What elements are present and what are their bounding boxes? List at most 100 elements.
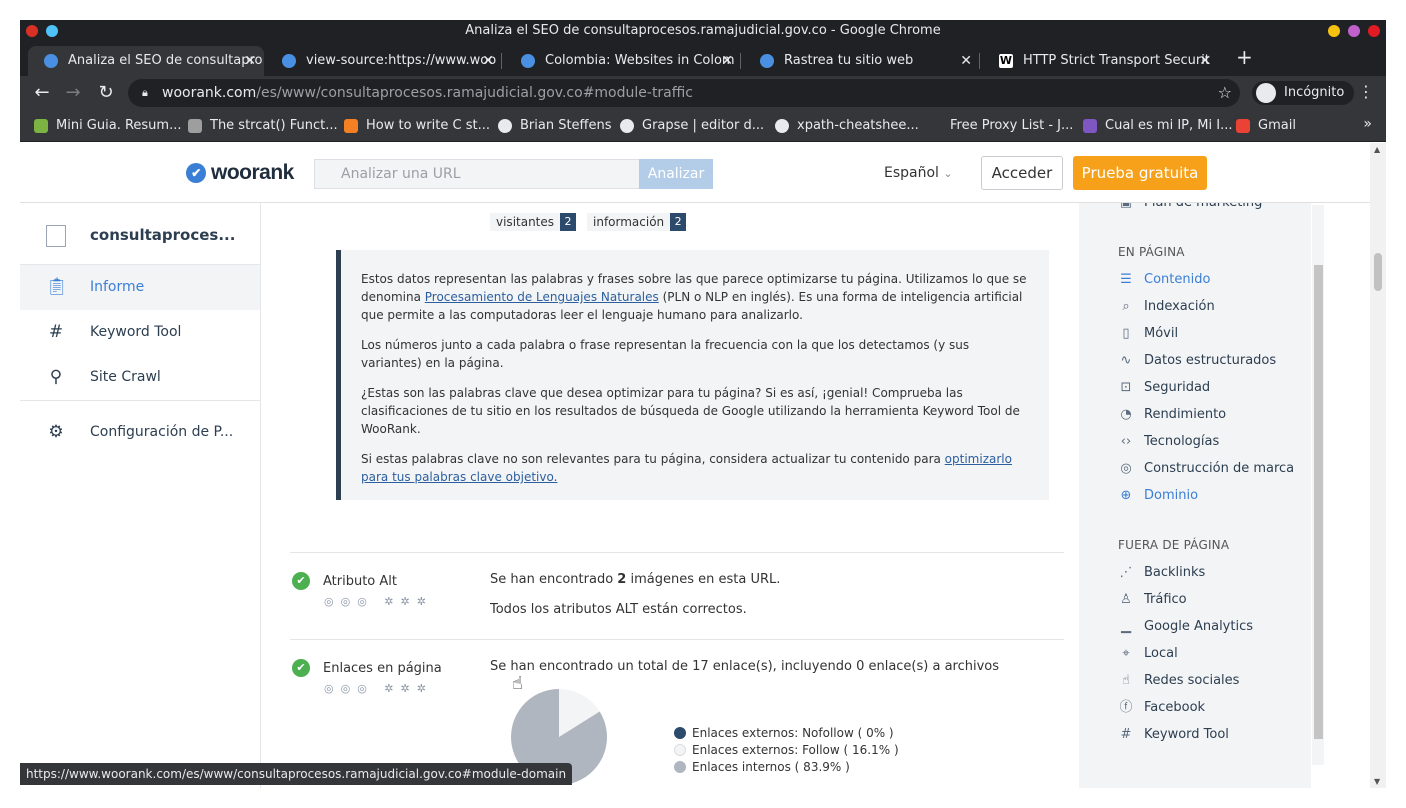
nav-section-icon: ⌖: [1122, 646, 1130, 661]
menu-kebab-icon[interactable]: ⋮: [1358, 82, 1374, 101]
close-tab-icon[interactable]: ✕: [1199, 46, 1211, 76]
rightnav-item[interactable]: ∿ Datos estructurados: [1118, 352, 1277, 370]
rightnav-item[interactable]: ⊕ Dominio: [1118, 487, 1199, 505]
sidebar-scrollbar[interactable]: [1312, 205, 1324, 765]
sidebar-item-label: Configuración de P...: [90, 424, 234, 440]
bookmark-favicon-icon: [34, 119, 48, 133]
legend-swatch: [674, 727, 686, 739]
sitemap-icon: ⚲: [49, 367, 63, 387]
language-selector[interactable]: Español ⌄: [884, 165, 953, 181]
chevron-down-icon: ⌄: [943, 167, 953, 180]
rightnav-label: Backlinks: [1144, 565, 1206, 580]
rightnav-item[interactable]: ⊡ Seguridad: [1118, 379, 1211, 397]
rightnav-item[interactable]: ▁ Google Analytics: [1118, 618, 1253, 636]
clipboard-icon: 📋︎: [46, 277, 68, 297]
rightnav-item[interactable]: # Keyword Tool: [1118, 726, 1229, 744]
bookmark-item[interactable]: Cual es mi IP, Mi I...: [1083, 110, 1232, 142]
check-icon: ✔: [292, 659, 310, 677]
sidebar-item-settings[interactable]: ⚙ Configuración de P...: [20, 410, 260, 455]
bookmark-favicon-icon: [928, 119, 942, 133]
bookmark-item[interactable]: Free Proxy List - J...: [928, 110, 1073, 142]
bookmark-label: Mini Guia. Resum...: [56, 118, 182, 133]
sidebar-item-label: Site Crawl: [90, 369, 161, 385]
more-bookmarks-icon[interactable]: »: [1363, 116, 1372, 132]
close-tab-icon[interactable]: ✕: [960, 46, 972, 76]
bookmark-label: Grapse | editor d...: [642, 118, 765, 133]
document-icon: [46, 225, 66, 247]
nav-section-icon: #: [1120, 727, 1132, 742]
bookmark-item[interactable]: The strcat() Funct...: [188, 110, 338, 142]
info-paragraph: ¿Estas son las palabras clave que desea …: [361, 386, 1020, 436]
logo-text: woorank: [211, 161, 294, 184]
wikipedia-favicon-icon: W: [999, 54, 1013, 68]
nlp-link[interactable]: Procesamiento de Lenguajes Naturales: [425, 290, 659, 304]
tab-woorank[interactable]: Analiza el SEO de consultapro ✕: [28, 46, 264, 76]
alt-attribute-title[interactable]: Atributo Alt: [323, 574, 397, 589]
free-trial-button[interactable]: Prueba gratuita: [1073, 156, 1207, 190]
bookmark-item[interactable]: Brian Steffens: [498, 110, 612, 142]
new-tab-button[interactable]: +: [1236, 46, 1253, 68]
hand-cursor-icon: ☝: [512, 673, 523, 694]
tab-strip: Analiza el SEO de consultapro ✕ view-sou…: [20, 42, 1386, 76]
maximize-button[interactable]: [1348, 25, 1360, 37]
bookmark-item[interactable]: Mini Guia. Resum...: [34, 110, 182, 142]
sidebar-scroll-thumb[interactable]: [1314, 265, 1323, 739]
bookmark-star-icon[interactable]: ☆: [1218, 79, 1232, 107]
page-scrollbar[interactable]: ▲ ▼: [1370, 143, 1386, 788]
close-window-button[interactable]: [1368, 25, 1380, 37]
browser-toolbar: ← → ↻ 🔒︎ woorank.com/es/www/consultaproc…: [20, 76, 1386, 110]
rightnav-item[interactable]: ⓕ Facebook: [1118, 699, 1205, 717]
close-tab-icon[interactable]: ✕: [244, 46, 256, 76]
keyword-count: 2: [670, 213, 687, 231]
rightnav-item[interactable]: ☰ Contenido: [1118, 271, 1210, 289]
rightnav-item[interactable]: ‹› Tecnologías: [1118, 433, 1219, 451]
sidebar-item-keyword-tool[interactable]: # Keyword Tool: [20, 310, 260, 355]
woorank-favicon-icon: [760, 54, 774, 68]
divider: [20, 400, 260, 401]
login-button[interactable]: Acceder: [981, 156, 1063, 190]
left-sidebar: consultaproces... 📋︎ Informe # Keyword Too…: [20, 203, 261, 788]
tab-colombia[interactable]: Colombia: Websites in Colom ✕: [505, 46, 741, 76]
close-tab-icon[interactable]: ✕: [721, 46, 733, 76]
rightnav-item[interactable]: ⌖ Local: [1118, 645, 1177, 663]
rightnav-item[interactable]: ♙ Tráfico: [1118, 591, 1186, 609]
bookmark-item[interactable]: Grapse | editor d...: [620, 110, 764, 142]
tab-hsts[interactable]: W HTTP Strict Transport Securit ✕: [983, 46, 1219, 76]
rightnav-item[interactable]: ☝ Redes sociales: [1118, 672, 1239, 690]
onpage-links-title[interactable]: Enlaces en página: [323, 661, 442, 676]
rightnav-item[interactable]: ▯ Móvil: [1118, 325, 1178, 343]
rightnav-item[interactable]: ⋰ Backlinks: [1118, 564, 1206, 582]
pin-icon[interactable]: [46, 25, 58, 37]
rightnav-item[interactable]: ◎ Construcción de marca: [1118, 460, 1294, 478]
reload-icon[interactable]: ↻: [95, 82, 117, 104]
alt-text: imágenes en esta URL.: [626, 572, 781, 587]
incognito-badge[interactable]: Incógnito: [1252, 81, 1355, 105]
page-scroll-thumb[interactable]: [1374, 253, 1382, 291]
analyze-url-input[interactable]: Analizar una URL: [314, 159, 640, 189]
tab-rastrea[interactable]: Rastrea tu sitio web ✕: [744, 46, 980, 76]
scroll-down-icon[interactable]: ▼: [1374, 777, 1380, 786]
scroll-up-icon[interactable]: ▲: [1374, 145, 1380, 154]
back-arrow-icon[interactable]: ←: [31, 82, 53, 104]
nav-section-icon: ♙: [1120, 592, 1132, 607]
rightnav-label: Keyword Tool: [1144, 727, 1229, 742]
lock-icon[interactable]: 🔒︎: [142, 79, 148, 107]
bookmark-item[interactable]: How to write C st...: [344, 110, 490, 142]
forward-arrow-icon[interactable]: →: [62, 82, 84, 104]
analyze-button[interactable]: Analizar: [639, 159, 713, 189]
rightnav-label: Google Analytics: [1144, 619, 1254, 634]
nav-section-icon: ∿: [1120, 353, 1132, 368]
close-tab-icon[interactable]: ✕: [482, 46, 494, 76]
rightnav-item[interactable]: ◔ Rendimiento: [1118, 406, 1226, 424]
sidebar-item-informe[interactable]: 📋︎ Informe: [20, 265, 260, 310]
address-bar[interactable]: 🔒︎ woorank.com/es/www/consultaprocesos.r…: [128, 79, 1240, 107]
tab-view-source[interactable]: view-source:https://www.woo ✕: [266, 46, 502, 76]
woorank-logo[interactable]: ✔ woorank: [186, 161, 294, 185]
minimize-button[interactable]: [1328, 25, 1340, 37]
rightnav-item[interactable]: ⌕ Indexación: [1118, 298, 1214, 316]
bookmark-item[interactable]: xpath-cheatshee...: [775, 110, 919, 142]
bookmark-item[interactable]: Gmail: [1236, 110, 1296, 142]
legend-swatch: [674, 744, 686, 756]
sidebar-item-site-crawl[interactable]: ⚲ Site Crawl: [20, 355, 260, 400]
site-name[interactable]: consultaproces...: [20, 213, 260, 258]
